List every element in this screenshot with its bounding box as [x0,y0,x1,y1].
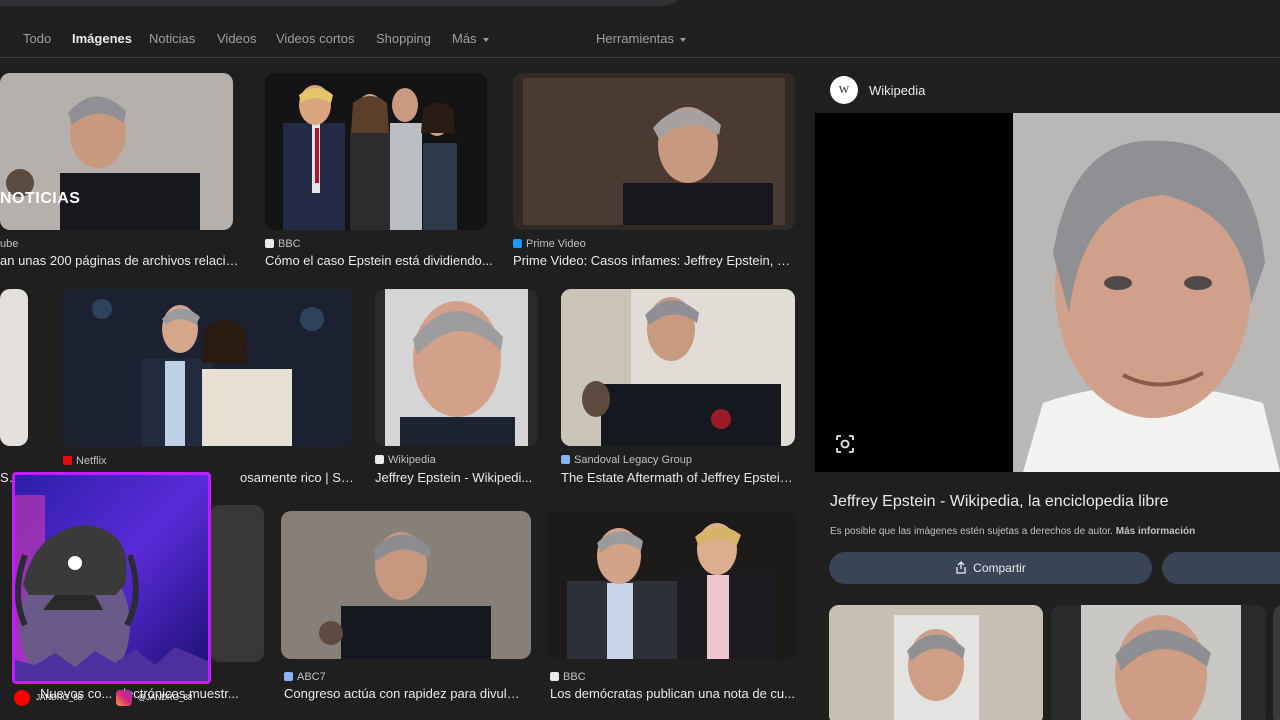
result-title[interactable]: osamente rico | Sitio o... [240,470,355,485]
tools-label: Herramientas [596,31,675,46]
netflix-icon [63,456,72,465]
result-source: Wikipedia [375,454,436,466]
bbc-icon [265,239,274,248]
tab-videos[interactable]: Videos [217,31,257,46]
result-source-label: BBC [563,671,586,683]
result-image[interactable] [210,505,264,662]
result-source: BBC [265,238,301,250]
lens-search-icon[interactable] [835,434,855,454]
related-thumbnail [829,605,1043,720]
youtube-handle-label: JANDRO_88 [36,693,83,703]
preview-title[interactable]: Jeffrey Epstein - Wikipedia, la enciclop… [830,493,1169,511]
youtube-icon [14,690,30,706]
wikipedia-icon [375,455,384,464]
result-image[interactable] [561,289,795,446]
related-image[interactable] [1273,605,1280,720]
share-label: Compartir [973,561,1026,575]
result-title[interactable]: an unas 200 páginas de archivos relacion… [0,253,245,268]
result-thumbnail [561,289,795,446]
preview-photo [1013,113,1280,472]
result-title[interactable]: Congreso actúa con rapidez para divulg..… [284,686,524,701]
result-source: ube [0,238,19,250]
result-image[interactable] [375,289,538,446]
preview-image[interactable] [815,113,1280,472]
result-thumbnail [375,289,538,446]
result-image[interactable]: NOTICIAS [0,73,233,230]
result-source-label: Wikipedia [388,454,436,466]
result-thumbnail [265,73,487,230]
tab-mas-label: Más [452,31,477,46]
prime-video-icon [513,239,522,248]
result-title[interactable]: The Estate Aftermath of Jeffrey Epstein.… [561,470,796,485]
related-image[interactable] [829,605,1043,720]
result-source: Sandoval Legacy Group [561,454,692,466]
webcam-overlay [12,472,211,684]
share-icon [956,561,966,574]
result-image[interactable] [547,511,796,659]
search-bar[interactable] [0,0,686,6]
result-thumbnail [513,73,795,230]
result-thumbnail [281,511,531,659]
result-image[interactable] [281,511,531,659]
result-source-label: BBC [278,238,301,250]
result-source: BBC [550,671,586,683]
news-overlay-text: NOTICIAS [0,190,81,207]
tab-noticias[interactable]: Noticias [149,31,195,46]
save-button[interactable] [1162,552,1280,584]
source-site-name[interactable]: Wikipedia [869,83,925,98]
related-thumbnail [1051,605,1266,720]
wikipedia-logo-icon: W [830,76,858,104]
result-title[interactable]: Los demócratas publican una nota de cu..… [550,686,795,701]
site-icon [561,455,570,464]
instagram-icon [116,690,132,706]
result-source-label: Netflix [76,455,107,467]
result-thumbnail [547,511,796,659]
result-source-label: ABC7 [297,671,326,683]
result-source-label: Sandoval Legacy Group [574,454,693,466]
chevron-down-icon [680,37,687,42]
result-thumbnail [62,289,353,446]
result-source: Netflix [63,455,107,467]
result-title[interactable]: Cómo el caso Epstein está dividiendo... [265,253,495,268]
bbc-icon [550,672,559,681]
result-image[interactable] [62,289,353,446]
more-info-link[interactable]: Más información [1116,526,1195,537]
abc7-icon [284,672,293,681]
result-title[interactable]: Prime Video: Casos infames: Jeffrey Epst… [513,253,795,268]
chevron-down-icon [482,37,489,42]
result-source: Prime Video [513,238,586,250]
tab-shopping[interactable]: Shopping [376,31,431,46]
copyright-text: Es posible que las imágenes estén sujeta… [830,526,1113,537]
result-title[interactable]: Jeffrey Epstein - Wikipedi... [375,470,535,485]
instagram-handle-label: @JANDRO_88 [138,693,193,703]
tab-videos-cortos[interactable]: Videos cortos [276,31,355,46]
result-image[interactable] [0,289,28,446]
search-tabs: Todo Imágenes Noticias Videos Videos cor… [0,20,1280,77]
related-image[interactable] [1051,605,1266,720]
copyright-notice: Es posible que las imágenes estén sujeta… [830,526,1195,537]
instagram-handle: @JANDRO_88 [116,690,192,710]
webcam-feed [15,475,208,681]
tools-button[interactable]: Herramientas [596,31,687,46]
image-preview-panel: W Wikipedia Jeffrey Epstein - Wikipedia,… [815,58,1280,720]
tab-imagenes[interactable]: Imágenes [72,31,132,46]
tab-todo[interactable]: Todo [23,31,51,46]
youtube-handle: JANDRO_88 [14,690,82,710]
share-button[interactable]: Compartir [829,552,1152,584]
result-source: ABC7 [284,671,326,683]
result-image[interactable] [265,73,487,230]
result-source-label: Prime Video [526,238,586,250]
result-image[interactable] [513,73,795,230]
tab-mas[interactable]: Más [452,31,489,46]
